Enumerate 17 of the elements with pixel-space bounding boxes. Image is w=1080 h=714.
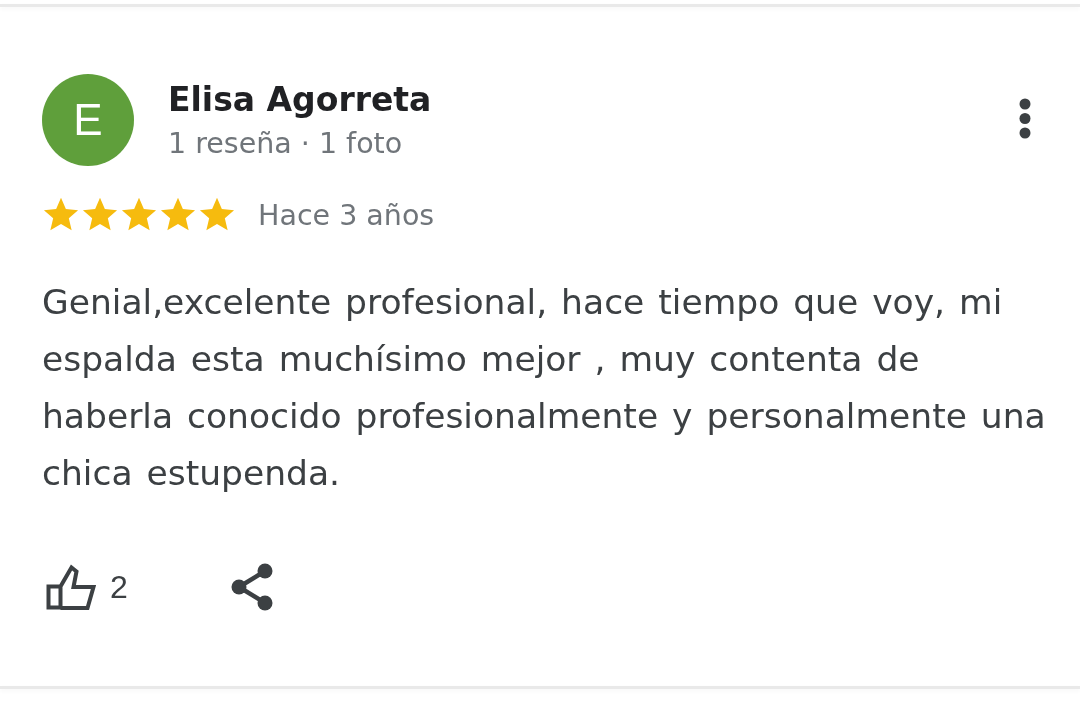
like-count: 2 xyxy=(110,568,128,606)
reviewer-name: Elisa Agorreta xyxy=(168,79,433,121)
more-button[interactable] xyxy=(1018,96,1032,140)
star-icon xyxy=(198,197,236,233)
thumb-up-icon xyxy=(46,564,96,610)
review-text: Genial,excelente profesional, hace tiempo que voy, mi espalda esta muchísimo mejor , muy contenta de haberla conocido profesionalmente y personalmente una chica estupenda. xyxy=(42,281,1047,495)
share-icon xyxy=(230,563,275,611)
reviewer-meta: 1 reseña · 1 foto xyxy=(168,126,404,162)
star-icon xyxy=(120,197,158,233)
like-button[interactable]: 2 xyxy=(46,564,128,610)
more-vertical-icon xyxy=(1019,97,1031,139)
star-icon xyxy=(81,197,119,233)
share-button[interactable] xyxy=(230,563,275,611)
star-icon xyxy=(42,197,80,233)
star-icon xyxy=(159,197,197,233)
review-time: Hace 3 años xyxy=(258,198,435,232)
avatar: E xyxy=(42,74,134,166)
